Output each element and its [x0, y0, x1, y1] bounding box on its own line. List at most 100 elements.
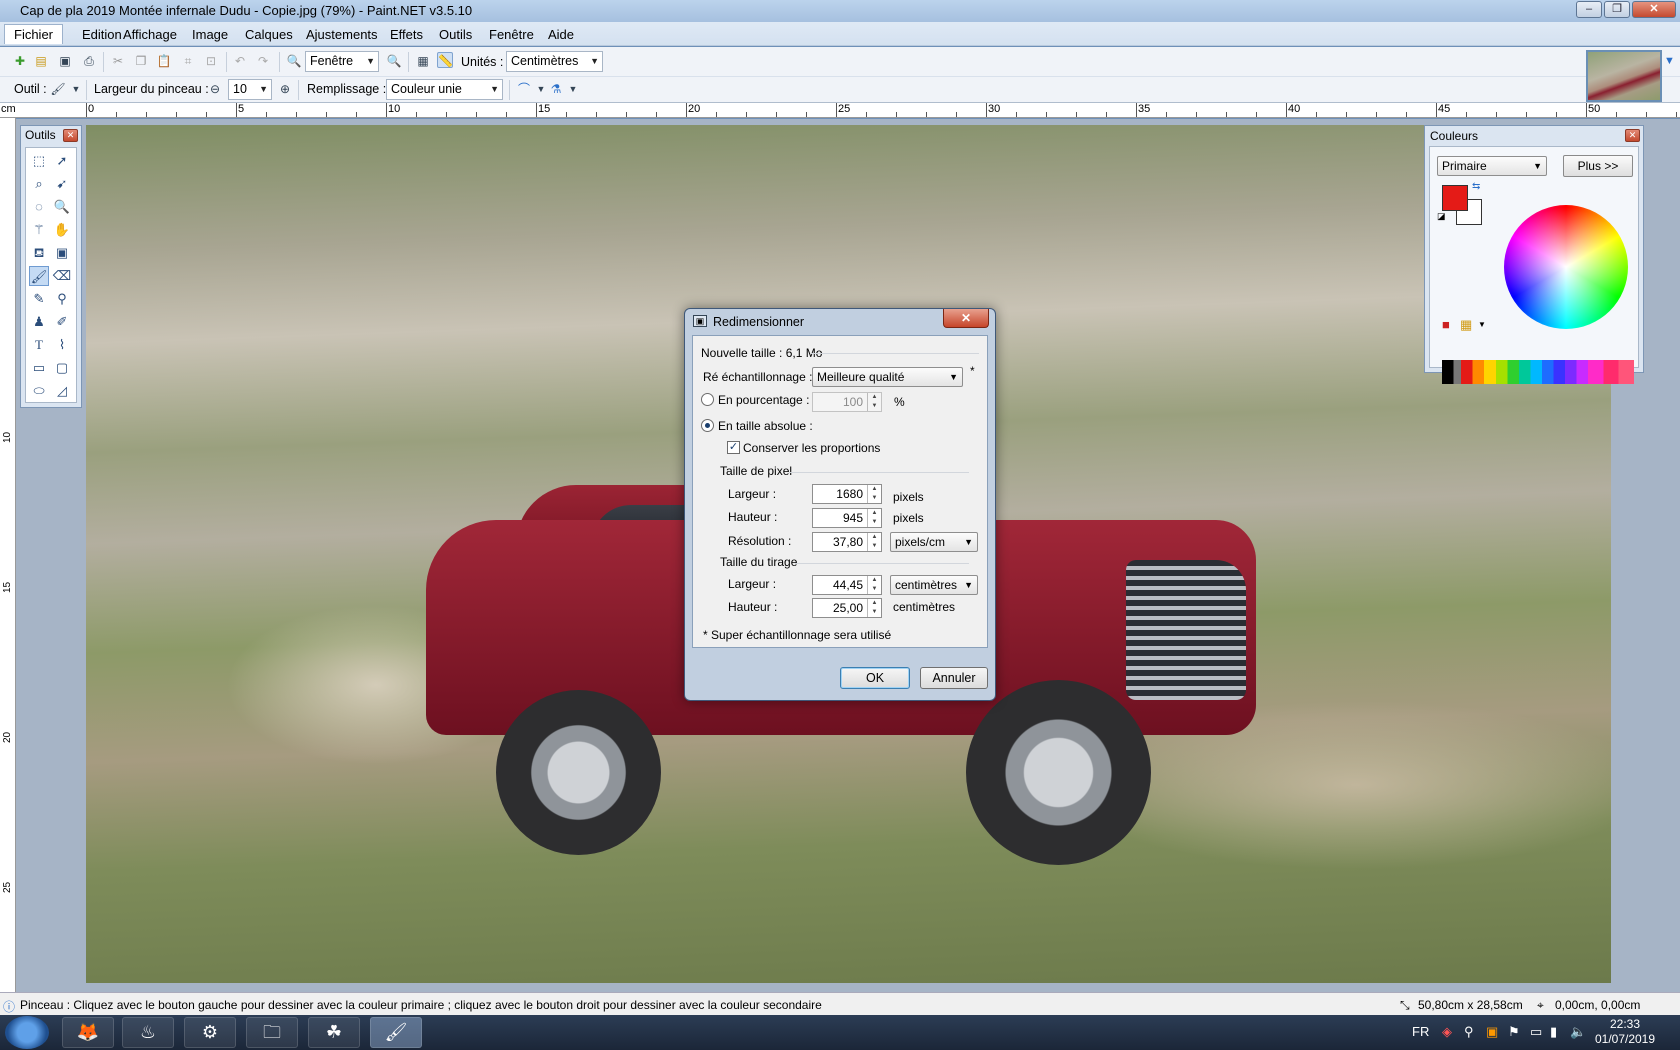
- menu-edition[interactable]: Edition: [82, 27, 122, 42]
- redo-icon[interactable]: ↷: [255, 53, 271, 69]
- color-wheel[interactable]: [1504, 205, 1628, 329]
- menu-image[interactable]: Image: [192, 27, 228, 42]
- grid-icon[interactable]: ▦: [415, 53, 431, 69]
- menu-effets[interactable]: Effets: [390, 27, 423, 42]
- paint-bucket-icon[interactable]: ⛾: [29, 243, 49, 263]
- print-height-input[interactable]: 25,00 ▲ ▼: [812, 598, 882, 618]
- copy-icon[interactable]: ❐: [133, 53, 149, 69]
- deselect-icon[interactable]: ⊡: [203, 53, 219, 69]
- move-selection-icon[interactable]: ➚: [52, 151, 72, 171]
- gradient-icon[interactable]: ▣: [52, 243, 72, 263]
- menu-aide[interactable]: Aide: [548, 27, 574, 42]
- rounded-rectangle-icon[interactable]: ▢: [52, 358, 72, 378]
- units-combo[interactable]: Centimètres ▼: [506, 51, 603, 72]
- spinner-icon[interactable]: ▲ ▼: [867, 485, 881, 503]
- paintnet-taskbar-icon[interactable]: 🖌: [370, 1017, 422, 1048]
- zoom-icon[interactable]: 🔍: [52, 197, 72, 217]
- tray-app-icon[interactable]: ◈: [1442, 1024, 1452, 1040]
- chevron-down-icon[interactable]: ▼: [533, 81, 549, 97]
- zoom-out-icon[interactable]: 🔍: [286, 53, 302, 69]
- close-icon[interactable]: ✕: [63, 129, 78, 142]
- chevron-down-icon[interactable]: ▼: [565, 81, 581, 97]
- pan-icon[interactable]: ✋: [52, 220, 72, 240]
- blend-mode-icon[interactable]: ⚗: [548, 81, 564, 97]
- open-icon[interactable]: ▤: [33, 53, 49, 69]
- brush-tool-icon[interactable]: 🖌: [50, 81, 66, 97]
- close-icon[interactable]: ✕: [1625, 129, 1640, 142]
- fill-combo[interactable]: Couleur unie ▼: [386, 79, 503, 100]
- cut-icon[interactable]: ✂: [110, 53, 126, 69]
- undo-icon[interactable]: ↶: [232, 53, 248, 69]
- file-explorer-icon[interactable]: 🗀: [246, 1017, 298, 1048]
- tray-steam-icon[interactable]: ⚲: [1464, 1024, 1474, 1040]
- keep-ratio-checkbox[interactable]: ✓: [727, 441, 740, 454]
- pixel-width-input[interactable]: 1680 ▲ ▼: [812, 484, 882, 504]
- recolor-icon[interactable]: ✐: [52, 312, 72, 332]
- resampling-select[interactable]: Meilleure qualité ▼: [812, 367, 963, 387]
- clone-stamp-icon[interactable]: ♟: [29, 312, 49, 332]
- close-button[interactable]: ✕: [1632, 1, 1676, 18]
- image-thumbnail[interactable]: [1586, 50, 1662, 102]
- palette-icon[interactable]: ▦: [1460, 317, 1472, 333]
- line-curve-icon[interactable]: ⌇: [52, 335, 72, 355]
- ellipse-icon[interactable]: ⬭: [29, 381, 49, 401]
- pixel-height-input[interactable]: 945 ▲ ▼: [812, 508, 882, 528]
- save-icon[interactable]: ▣: [57, 53, 73, 69]
- tray-network-icon[interactable]: ▮: [1550, 1024, 1557, 1040]
- new-icon[interactable]: ✚: [12, 53, 28, 69]
- percentage-input[interactable]: 100 ▲ ▼: [812, 392, 882, 412]
- start-button[interactable]: [5, 1016, 49, 1049]
- brush-width-combo[interactable]: 10 ▼: [228, 79, 272, 100]
- color-mode-select[interactable]: Primaire ▼: [1437, 156, 1547, 176]
- tray-volume-icon[interactable]: 🔈: [1570, 1024, 1586, 1040]
- firefox-icon[interactable]: 🦊: [62, 1017, 114, 1048]
- dialog-close-button[interactable]: ✕: [943, 309, 989, 328]
- chevron-down-icon[interactable]: ▼: [1478, 320, 1486, 329]
- print-icon[interactable]: ⎙: [81, 53, 97, 69]
- lasso-select-icon[interactable]: ⌕: [29, 174, 49, 194]
- absolute-size-radio[interactable]: [701, 419, 714, 432]
- resolution-input[interactable]: 37,80 ▲ ▼: [812, 532, 882, 552]
- spinner-icon[interactable]: ▲ ▼: [867, 393, 881, 411]
- spinner-icon[interactable]: ▲ ▼: [867, 576, 881, 594]
- language-indicator[interactable]: FR: [1412, 1024, 1429, 1039]
- crop-icon[interactable]: ⌗: [180, 53, 196, 69]
- menu-calques[interactable]: Calques: [245, 27, 293, 42]
- pencil-icon[interactable]: ✎: [29, 289, 49, 309]
- clover-app-icon[interactable]: ☘: [308, 1017, 360, 1048]
- rectangle-select-icon[interactable]: ⬚: [29, 151, 49, 171]
- resolution-unit-select[interactable]: pixels/cm ▼: [890, 532, 978, 552]
- tray-flag-icon[interactable]: ⚑: [1508, 1024, 1520, 1040]
- spinner-icon[interactable]: ▲ ▼: [867, 599, 881, 617]
- minimize-button[interactable]: –: [1576, 1, 1602, 18]
- reset-colors-icon[interactable]: ◪: [1437, 211, 1446, 222]
- magic-wand-icon[interactable]: ⚚: [29, 220, 49, 240]
- primary-color-swatch[interactable]: [1442, 185, 1468, 211]
- percentage-radio[interactable]: [701, 393, 714, 406]
- steam-icon[interactable]: ♨: [122, 1017, 174, 1048]
- clock[interactable]: 22:33 01/07/2019: [1594, 1017, 1656, 1047]
- menu-fichier[interactable]: Fichier: [4, 24, 64, 44]
- more-colors-button[interactable]: Plus >>: [1563, 155, 1633, 177]
- color-palette-strip[interactable]: [1442, 360, 1634, 384]
- cancel-button[interactable]: Annuler: [920, 667, 988, 689]
- text-icon[interactable]: T: [29, 335, 49, 355]
- paste-icon[interactable]: 📋: [156, 53, 172, 69]
- move-selected-icon[interactable]: ➹: [52, 174, 72, 194]
- increase-width-icon[interactable]: ⊕: [277, 81, 293, 97]
- spinner-icon[interactable]: ▲ ▼: [867, 509, 881, 527]
- color-picker-icon[interactable]: ⚲: [52, 289, 72, 309]
- ok-button[interactable]: OK: [840, 667, 910, 689]
- maximize-button[interactable]: ❐: [1604, 1, 1630, 18]
- eraser-icon[interactable]: ⌫: [52, 266, 72, 286]
- print-width-input[interactable]: 44,45 ▲ ▼: [812, 575, 882, 595]
- zoom-combo[interactable]: Fenêtre ▼: [305, 51, 379, 72]
- zoom-in-icon[interactable]: 🔍: [386, 53, 402, 69]
- thumbnail-dropdown-icon[interactable]: ▼: [1664, 55, 1675, 67]
- menu-affichage[interactable]: Affichage: [123, 27, 177, 42]
- spinner-icon[interactable]: ▲ ▼: [867, 533, 881, 551]
- decrease-width-icon[interactable]: ⊖: [207, 81, 223, 97]
- tray-display-icon[interactable]: ▭: [1530, 1024, 1542, 1040]
- antialiasing-icon[interactable]: ⌒: [516, 81, 532, 97]
- ruler-toggle-icon[interactable]: 📏: [437, 52, 453, 68]
